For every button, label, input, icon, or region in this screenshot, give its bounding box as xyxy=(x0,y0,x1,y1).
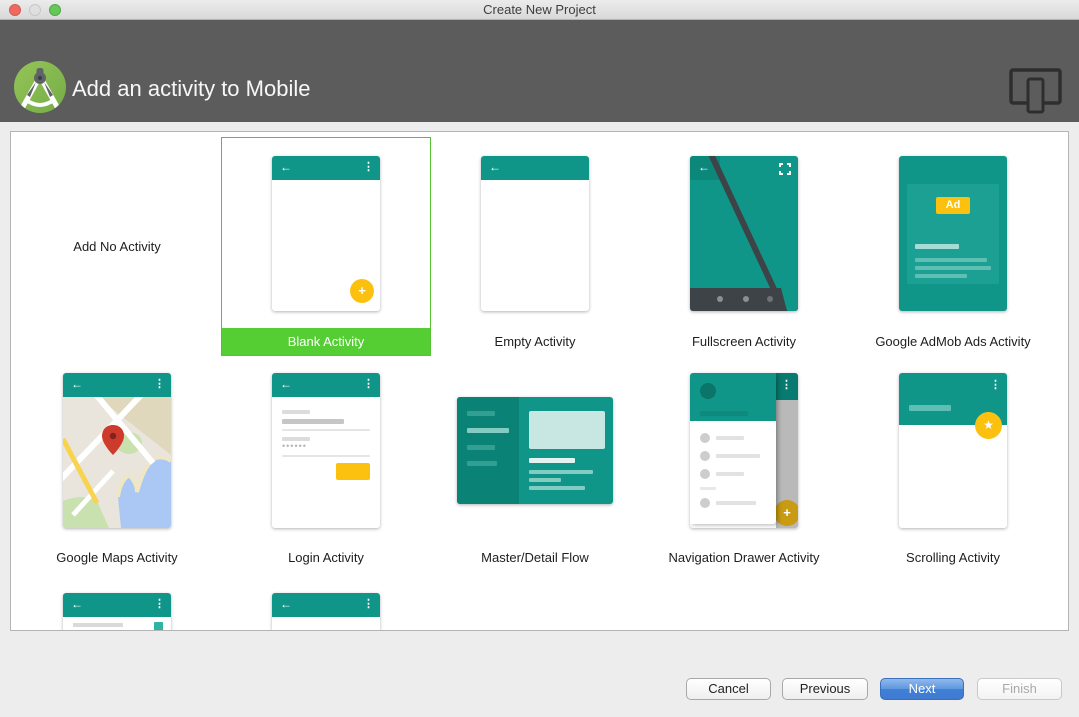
back-arrow-icon: ← xyxy=(489,160,501,174)
app-bar: ← ⋮ xyxy=(63,593,171,617)
password-dots: •••••• xyxy=(282,441,307,451)
overflow-menu-icon: ⋮ xyxy=(154,378,165,390)
activity-cell-blank-activity[interactable]: ← ⋮ + Blank Activity xyxy=(221,137,431,356)
back-arrow-icon: ← xyxy=(280,597,292,611)
activity-label: Add No Activity xyxy=(73,238,161,254)
fab-star-icon: ★ xyxy=(975,412,1002,439)
overflow-menu-icon: ⋮ xyxy=(154,598,165,610)
overflow-menu-icon: ⋮ xyxy=(781,379,792,391)
drawer-panel xyxy=(690,373,776,524)
list-item-line xyxy=(73,623,123,627)
back-arrow-icon: ← xyxy=(698,160,710,174)
wizard-header: Add an activity to Mobile xyxy=(0,20,1079,122)
overflow-menu-icon: ⋮ xyxy=(990,379,1001,391)
back-arrow-icon: ← xyxy=(280,160,292,174)
fab-plus-icon: + xyxy=(350,279,374,303)
master-list-pane xyxy=(457,397,519,504)
back-arrow-icon: ← xyxy=(280,377,292,391)
finish-button[interactable]: Finish xyxy=(977,678,1062,700)
detail-image-placeholder xyxy=(529,411,605,449)
activity-label: Google Maps Activity xyxy=(56,550,178,565)
app-bar: ← ⋮ xyxy=(272,156,380,180)
checkbox-graphic xyxy=(154,622,163,630)
page-title: Add an activity to Mobile xyxy=(72,76,311,101)
maps-activity-thumbnail: ← ⋮ xyxy=(63,373,171,528)
avatar xyxy=(700,383,716,399)
activity-label: Fullscreen Activity xyxy=(691,334,797,349)
back-arrow-icon: ← xyxy=(71,597,83,611)
fullscreen-activity-thumbnail: ← xyxy=(690,156,798,311)
selected-activity-label: Blank Activity xyxy=(222,328,430,355)
fab-plus-icon: + xyxy=(774,500,798,526)
app-bar: ← xyxy=(481,156,589,180)
app-bar: ← ⋮ xyxy=(272,373,380,397)
cancel-button[interactable]: Cancel xyxy=(686,678,771,700)
ad-badge: Ad xyxy=(936,197,970,214)
activity-label: Google AdMob Ads Activity xyxy=(875,334,1031,349)
blank-activity-thumbnail: ← ⋮ + xyxy=(272,156,380,311)
back-arrow-icon: ← xyxy=(71,377,83,391)
overflow-menu-icon: ⋮ xyxy=(363,378,374,390)
empty-activity-thumbnail: ← xyxy=(481,156,589,311)
scrolling-activity-thumbnail: ⋮ ★ xyxy=(899,373,1007,528)
activity-label: Navigation Drawer Activity xyxy=(668,550,820,565)
app-bar: ← ⋮ xyxy=(63,373,171,397)
login-activity-thumbnail: ← ⋮ •••••• xyxy=(272,373,380,528)
activity-label: Scrolling Activity xyxy=(906,550,1000,565)
login-button-graphic xyxy=(336,463,370,480)
android-studio-logo-icon xyxy=(13,60,67,114)
fullscreen-icon xyxy=(779,163,791,175)
activity-label: Empty Activity xyxy=(494,334,576,349)
activity-label: Master/Detail Flow xyxy=(481,550,589,565)
map-graphic xyxy=(63,397,171,528)
overflow-menu-icon: ⋮ xyxy=(363,598,374,610)
overflow-menu-icon: ⋮ xyxy=(363,161,374,173)
admob-activity-thumbnail: Ad xyxy=(899,156,1007,311)
activity-label: Login Activity xyxy=(288,550,364,565)
previous-button[interactable]: Previous xyxy=(782,678,868,700)
window-title: Create New Project xyxy=(483,2,596,17)
titlebar: Create New Project xyxy=(0,0,1079,20)
activity-cell-add-no-activity[interactable]: Add No Activity xyxy=(13,137,221,355)
next-button[interactable]: Next xyxy=(880,678,964,700)
partial-thumbnail: ← ⋮ xyxy=(272,593,380,630)
mobile-form-factor-icon xyxy=(1009,68,1063,119)
activity-gallery: Add No Activity ← ⋮ + Blank Activity ← E… xyxy=(10,131,1069,631)
app-bar: ← ⋮ xyxy=(272,593,380,617)
partial-thumbnail: ← ⋮ xyxy=(63,593,171,630)
nav-drawer-thumbnail: ⋮ + xyxy=(690,373,798,528)
drawer-header xyxy=(690,373,776,421)
content-panel: Ad xyxy=(907,184,999,284)
master-detail-thumbnail xyxy=(457,397,613,504)
